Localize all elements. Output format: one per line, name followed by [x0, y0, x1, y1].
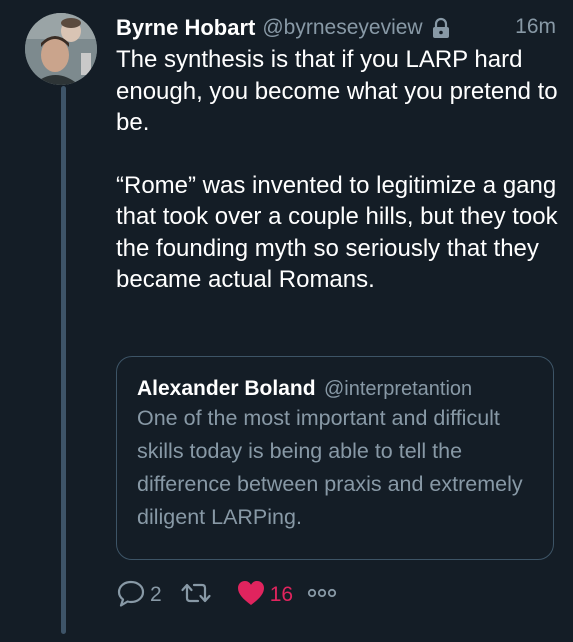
reply-button[interactable]: 2 [116, 578, 162, 613]
more-icon [307, 586, 337, 605]
timestamp[interactable]: 16m [515, 15, 556, 39]
author-name[interactable]: Byrne Hobart [116, 15, 255, 41]
author-handle[interactable]: @byrneseyeview [262, 16, 422, 40]
more-button[interactable] [307, 586, 337, 605]
reply-count: 2 [150, 583, 162, 606]
tweet-paragraph: The synthesis is that if you LARP hard e… [116, 46, 558, 136]
reply-icon [116, 578, 146, 613]
quoted-tweet-header: Alexander Boland @interpretantion [137, 377, 535, 401]
quoted-author-handle: @interpretantion [324, 378, 473, 400]
action-bar: 2 16 [116, 578, 337, 612]
retweet-icon [180, 578, 212, 613]
lock-icon [431, 17, 451, 39]
heart-icon [236, 578, 266, 613]
like-button[interactable]: 16 [236, 578, 293, 613]
tweet-paragraph: “Rome” was invented to legitimize a gang… [116, 171, 558, 294]
like-count: 16 [269, 583, 294, 606]
retweet-button[interactable] [180, 578, 212, 613]
tweet-text: The synthesis is that if you LARP hard e… [116, 44, 561, 296]
tweet[interactable]: Byrne Hobart @byrneseyeview 16m The synt… [0, 0, 573, 642]
thread-line [61, 86, 66, 634]
avatar[interactable] [25, 13, 97, 85]
quoted-tweet-text: One of the most important and difficult … [137, 406, 523, 529]
quoted-author-name: Alexander Boland [137, 377, 316, 400]
quoted-tweet[interactable]: Alexander Boland @interpretantion One of… [116, 356, 554, 560]
tweet-header: Byrne Hobart @byrneseyeview 16m [116, 12, 556, 44]
